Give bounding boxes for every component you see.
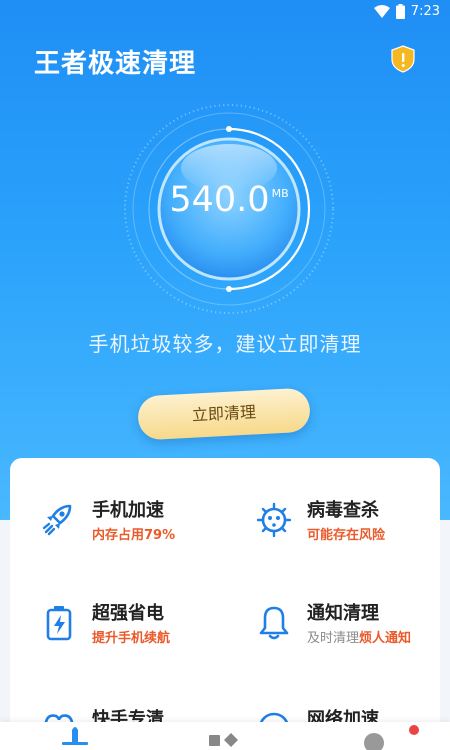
virus-icon <box>256 502 292 538</box>
storage-unit: MB <box>271 187 289 200</box>
feature-title: 手机加速 <box>92 500 164 521</box>
wifi-icon <box>373 5 390 18</box>
storage-value: 540.0 MB <box>120 180 338 220</box>
rocket-icon <box>42 504 72 536</box>
clean-tip: 手机垃圾较多，建议立即清理 <box>88 332 362 356</box>
feature-subtitle: 及时清理烦人通知 <box>307 627 411 646</box>
feature-phone-boost[interactable]: 手机加速 内存占用79% <box>40 496 240 556</box>
battery-charge-icon <box>46 606 72 641</box>
feature-subtitle: 可能存在风险 <box>307 528 386 543</box>
profile-tab-icon[interactable] <box>358 722 392 750</box>
notification-dot <box>409 725 419 735</box>
feature-card: 手机加速 内存占用79% 病毒查杀 可能存在风险 超强省电 提升手机续航 通知清… <box>10 458 440 750</box>
feature-subtitle-gray: 及时清理 <box>307 631 360 646</box>
feature-notification-clean[interactable]: 通知清理 及时清理烦人通知 <box>255 599 450 659</box>
feature-title: 病毒查杀 <box>307 500 379 521</box>
feature-title: 超强省电 <box>92 603 164 624</box>
status-time: 7:23 <box>410 4 440 19</box>
tools-tab-icon[interactable] <box>205 722 245 750</box>
feature-virus-scan[interactable]: 病毒查杀 可能存在风险 <box>255 496 450 556</box>
feature-power-saving[interactable]: 超强省电 提升手机续航 <box>40 599 240 659</box>
home-tab-icon[interactable] <box>58 722 92 750</box>
feature-title: 通知清理 <box>307 603 379 624</box>
shield-warning-icon[interactable] <box>390 45 416 73</box>
bell-icon <box>259 606 289 640</box>
bottom-tab-bar <box>0 722 450 750</box>
feature-subtitle-accent: 烦人通知 <box>359 631 412 646</box>
app-title: 王者极速清理 <box>34 49 197 79</box>
storage-amount: 540.0 <box>169 180 270 220</box>
battery-icon <box>395 4 405 19</box>
feature-subtitle: 提升手机续航 <box>92 631 171 646</box>
clean-now-button[interactable]: 立即清理 <box>136 387 312 441</box>
status-bar: 7:23 <box>0 0 450 26</box>
feature-subtitle: 内存占用79% <box>92 528 176 543</box>
